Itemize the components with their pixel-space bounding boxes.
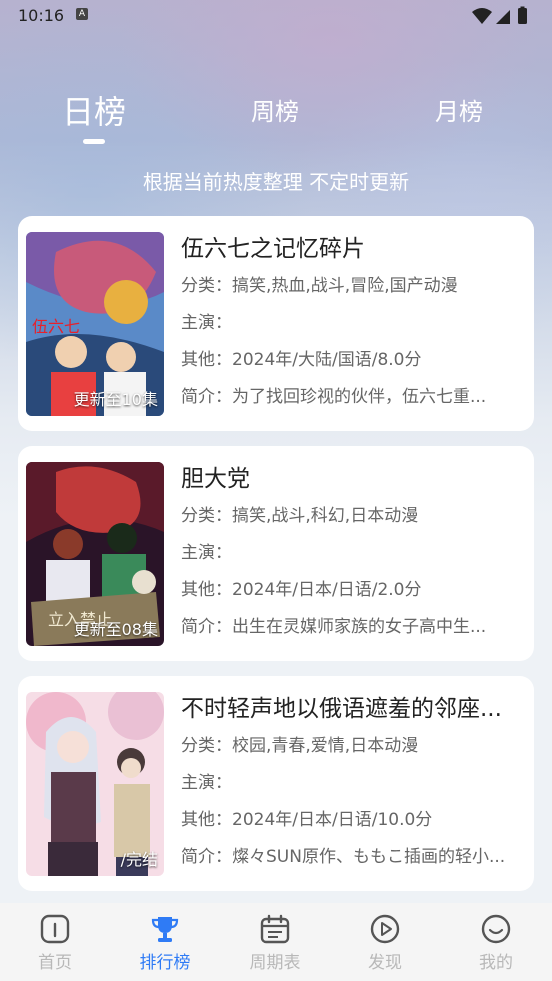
calendar-icon bbox=[260, 914, 290, 944]
nav-schedule[interactable]: 周期表 bbox=[235, 913, 315, 973]
poster-image: /完结 bbox=[26, 692, 164, 876]
trophy-icon bbox=[151, 917, 179, 942]
anime-card[interactable]: /完结 不时轻声地以俄语遮羞的邻座... 分类：校园,青春,爱情,日本动漫 主演… bbox=[18, 676, 534, 891]
tab-daily-label: 日榜 bbox=[62, 93, 127, 131]
battery-icon bbox=[518, 8, 527, 24]
nav-profile[interactable]: 我的 bbox=[456, 913, 536, 973]
anime-card[interactable]: 立入禁止 更新至08集 胆大党 分类：搞笑,战斗,科幻,日本动漫 主演： 其他：… bbox=[18, 446, 534, 661]
card-other: 其他：2024年/大陆/国语/8.0分 bbox=[181, 350, 422, 370]
status-bar: 10:16 A bbox=[0, 0, 552, 32]
episode-badge: /完结 bbox=[120, 850, 158, 869]
card-title: 伍六七之记忆碎片 bbox=[181, 236, 365, 262]
signal-icon bbox=[496, 10, 510, 24]
wifi-icon bbox=[472, 8, 492, 24]
nav-home[interactable]: 首页 bbox=[15, 913, 95, 973]
card-category: 分类：搞笑,热血,战斗,冒险,国产动漫 bbox=[181, 276, 458, 296]
card-cast: 主演： bbox=[181, 773, 232, 793]
card-intro: 简介：燦々SUN原作、ももこ插画的轻小... bbox=[181, 847, 506, 867]
svg-text:伍六七: 伍六七 bbox=[32, 317, 80, 336]
anime-card[interactable]: 伍六七 更新至10集 伍六七之记忆碎片 分类：搞笑,热血,战斗,冒险,国产动漫 … bbox=[18, 216, 534, 431]
card-category: 分类：校园,青春,爱情,日本动漫 bbox=[181, 736, 419, 756]
tab-daily[interactable]: 日榜 bbox=[62, 87, 126, 144]
card-other: 其他：2024年/日本/日语/2.0分 bbox=[181, 580, 422, 600]
poster-image: 立入禁止 更新至08集 bbox=[26, 462, 164, 646]
status-time: 10:16 bbox=[18, 6, 65, 25]
card-cast: 主演： bbox=[181, 313, 232, 333]
home-icon bbox=[40, 914, 70, 944]
bottom-navigation: 首页 排行榜 周期表 发现 我的 bbox=[0, 903, 552, 981]
card-category: 分类：搞笑,战斗,科幻,日本动漫 bbox=[181, 506, 419, 526]
nav-ranking[interactable]: 排行榜 bbox=[125, 913, 205, 973]
card-intro: 简介：为了找回珍视的伙伴，伍六七重... bbox=[181, 387, 487, 407]
tab-monthly-label: 月榜 bbox=[435, 98, 483, 126]
card-cast: 主演： bbox=[181, 543, 232, 563]
ranking-subtitle: 根据当前热度整理 不定时更新 bbox=[142, 170, 410, 194]
tab-active-indicator bbox=[83, 139, 105, 144]
poster-image: 伍六七 更新至10集 bbox=[26, 232, 164, 416]
episode-badge: 更新至10集 bbox=[73, 390, 158, 409]
episode-badge: 更新至08集 bbox=[73, 620, 158, 639]
nav-discover[interactable]: 发现 bbox=[345, 913, 425, 973]
card-other: 其他：2024年/日本/日语/10.0分 bbox=[181, 810, 433, 830]
tab-monthly[interactable]: 月榜 bbox=[435, 92, 483, 127]
nav-ranking-label: 排行榜 bbox=[139, 953, 191, 973]
card-title: 胆大党 bbox=[181, 466, 250, 492]
nav-home-label: 首页 bbox=[38, 953, 72, 973]
play-circle-icon bbox=[370, 914, 400, 944]
ranking-tabs: 日榜 周榜 月榜 bbox=[0, 92, 552, 152]
card-title: 不时轻声地以俄语遮羞的邻座... bbox=[181, 696, 502, 722]
tab-weekly[interactable]: 周榜 bbox=[251, 92, 299, 127]
nav-discover-label: 发现 bbox=[368, 953, 402, 973]
app-notification-icon: A bbox=[76, 8, 88, 20]
card-intro: 简介：出生在灵媒师家族的女子高中生... bbox=[181, 617, 487, 637]
tab-weekly-label: 周榜 bbox=[251, 98, 299, 126]
smile-icon bbox=[481, 914, 511, 944]
nav-profile-label: 我的 bbox=[479, 953, 513, 973]
ranking-list: 伍六七 更新至10集 伍六七之记忆碎片 分类：搞笑,热血,战斗,冒险,国产动漫 … bbox=[18, 216, 534, 906]
status-icons bbox=[472, 6, 527, 24]
nav-schedule-label: 周期表 bbox=[249, 953, 301, 973]
